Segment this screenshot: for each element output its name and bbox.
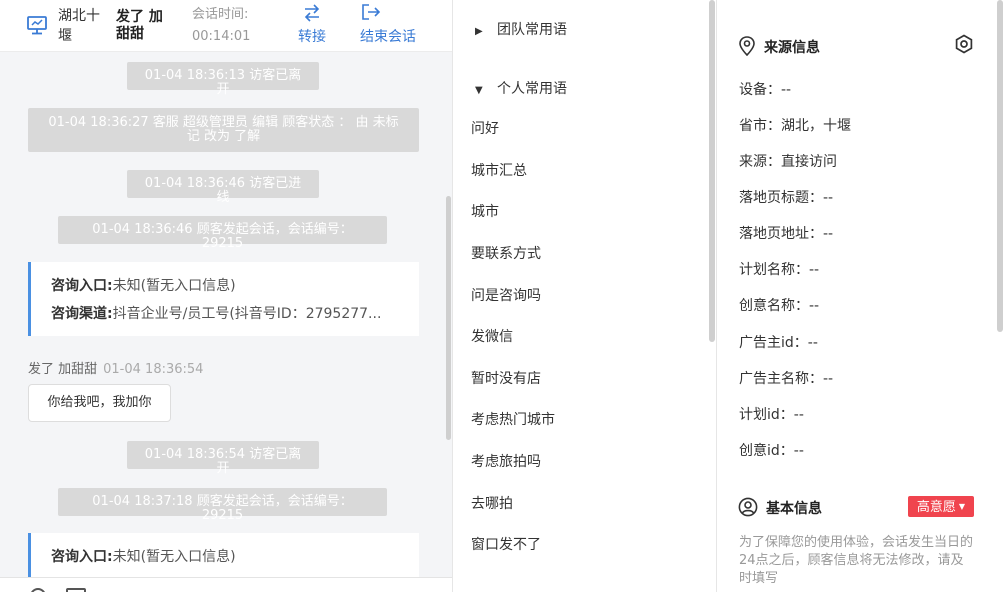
- phrase-item[interactable]: 考虑热门城市: [471, 409, 555, 429]
- consult-info-card: 咨询入口:未知(暂无入口信息) 咨询渠道:抖音企业号/员工号(抖音号ID：279…: [28, 262, 419, 336]
- transfer-label: 转接: [298, 29, 326, 45]
- phrase-item[interactable]: 暂时没有店: [471, 368, 541, 388]
- team-phrases-group[interactable]: ▶ 团队常用语: [475, 19, 567, 39]
- system-message: 01-04 18:36:13 访客已离开: [127, 62, 319, 97]
- visitor-message-bubble: 你给我吧，我加你: [28, 384, 171, 422]
- end-session-button[interactable]: 结束会话: [360, 3, 426, 46]
- phrase-item[interactable]: 窗口发不了: [471, 534, 541, 554]
- field-advertiser-id: 广告主id：--: [739, 335, 818, 351]
- transfer-icon: [304, 4, 320, 22]
- consult-info-card: 咨询入口:未知(暂无入口信息): [28, 533, 419, 581]
- phrase-item[interactable]: 城市汇总: [471, 160, 527, 180]
- consult-entry-value: 未知(暂无入口信息): [112, 278, 236, 294]
- chat-scrollbar[interactable]: [446, 196, 451, 440]
- visitor-location: 湖北十堰: [58, 8, 100, 44]
- personal-phrases-group[interactable]: ▼ 个人常用语: [475, 78, 567, 98]
- edit-deadline-note: 为了保障您的使用体验，会话发生当日的24点之后，顾客信息将无法修改，请及时填写: [739, 535, 974, 586]
- message-time: 01-04 18:36:54: [103, 362, 204, 377]
- field-landing-title: 落地页标题：--: [739, 190, 834, 206]
- personal-phrases-label: 个人常用语: [497, 81, 567, 97]
- chat-toolbar: [0, 577, 452, 592]
- session-time-value: 00:14:01: [192, 29, 251, 44]
- consult-entry-label: 咨询入口:: [51, 549, 113, 565]
- source-info-title: 来源信息: [738, 36, 820, 57]
- system-message: 01-04 18:36:46 访客已进线: [127, 170, 319, 205]
- chat-header: 湖北十堰 发了 加甜甜 会话时间: 00:14:01 转接 结束会话: [0, 0, 452, 52]
- consult-entry-row: 咨询入口:未知(暂无入口信息): [51, 543, 405, 571]
- location-pin-icon: [739, 36, 755, 57]
- caret-down-icon: ▼: [475, 85, 483, 96]
- intent-badge-dropdown[interactable]: 高意愿 ▼: [908, 496, 974, 517]
- field-province-city: 省市：湖北，十堰: [739, 118, 851, 134]
- field-advertiser-name: 广告主名称：--: [739, 371, 834, 387]
- basic-info-title: 基本信息: [738, 497, 822, 518]
- field-device: 设备：--: [739, 82, 792, 98]
- field-creative-name: 创意名称：--: [739, 298, 820, 314]
- consult-entry-value: 未知(暂无入口信息): [112, 549, 236, 565]
- system-message: 01-04 18:37:18 顾客发起会话，会话编号：29215: [58, 488, 387, 523]
- exit-icon: [362, 4, 381, 20]
- info-scrollbar[interactable]: [997, 0, 1003, 332]
- field-landing-url: 落地页地址：--: [739, 226, 834, 242]
- end-session-label: 结束会话: [360, 29, 416, 45]
- phrase-item[interactable]: 去哪拍: [471, 493, 513, 513]
- phrases-panel: ▶ 团队常用语 ▼ 个人常用语 问好 城市汇总 城市 要联系方式 问是咨询吗 发微信…: [453, 0, 717, 592]
- field-plan-id: 计划id：--: [739, 407, 804, 423]
- basic-info-label: 基本信息: [766, 501, 822, 517]
- user-icon: [738, 497, 758, 517]
- consult-channel-label: 咨询渠道:: [51, 306, 113, 322]
- message-sender: 发了 加甜甜: [28, 362, 98, 377]
- chat-panel: 湖北十堰 发了 加甜甜 会话时间: 00:14:01 转接 结束会话 01-04…: [0, 0, 453, 592]
- visitor-name: 发了 加甜甜: [116, 9, 163, 42]
- session-time-label: 会话时间:: [192, 7, 249, 22]
- emoji-icon[interactable]: [30, 588, 46, 592]
- field-plan-name: 计划名称：--: [739, 262, 820, 278]
- consult-channel-value: 抖音企业号/员工号(抖音号ID：2795277...: [112, 306, 382, 322]
- field-source: 来源：直接访问: [739, 154, 837, 170]
- phrase-item[interactable]: 发微信: [471, 326, 513, 346]
- phrase-item[interactable]: 问是咨询吗: [471, 285, 541, 305]
- consult-entry-row: 咨询入口:未知(暂无入口信息): [51, 272, 405, 300]
- settings-icon[interactable]: [954, 34, 974, 54]
- phrase-item[interactable]: 城市: [471, 201, 499, 221]
- phrase-item[interactable]: 考虑旅拍吗: [471, 451, 541, 471]
- system-message: 01-04 18:36:54 访客已离开: [127, 441, 319, 476]
- consult-channel-row: 咨询渠道:抖音企业号/员工号(抖音号ID：2795277...: [51, 300, 405, 328]
- message-meta: 发了 加甜甜 01-04 18:36:54: [28, 358, 203, 377]
- transfer-button[interactable]: 转接: [293, 4, 331, 46]
- phrases-scrollbar[interactable]: [709, 0, 715, 342]
- consult-entry-label: 咨询入口:: [51, 278, 113, 294]
- caret-right-icon: ▶: [475, 26, 483, 37]
- phrase-item[interactable]: 问好: [471, 118, 499, 138]
- intent-badge-label: 高意愿: [916, 500, 956, 515]
- system-message: 01-04 18:36:27 客服 超级管理员 编辑 顾客状态 ： 由 未标记 …: [28, 108, 419, 152]
- image-icon[interactable]: [66, 588, 86, 592]
- field-creative-id: 创意id：--: [739, 443, 804, 459]
- phrase-item[interactable]: 要联系方式: [471, 243, 541, 263]
- visitor-info-panel: 来源信息 设备：-- 省市：湖北，十堰 来源：直接访问 落地页标题：-- 落地页…: [717, 0, 1007, 592]
- monitor-icon: [27, 16, 47, 35]
- team-phrases-label: 团队常用语: [497, 22, 567, 38]
- source-info-label: 来源信息: [764, 40, 820, 56]
- system-message: 01-04 18:36:46 顾客发起会话，会话编号：29215: [58, 216, 387, 251]
- caret-down-icon: ▼: [958, 502, 966, 511]
